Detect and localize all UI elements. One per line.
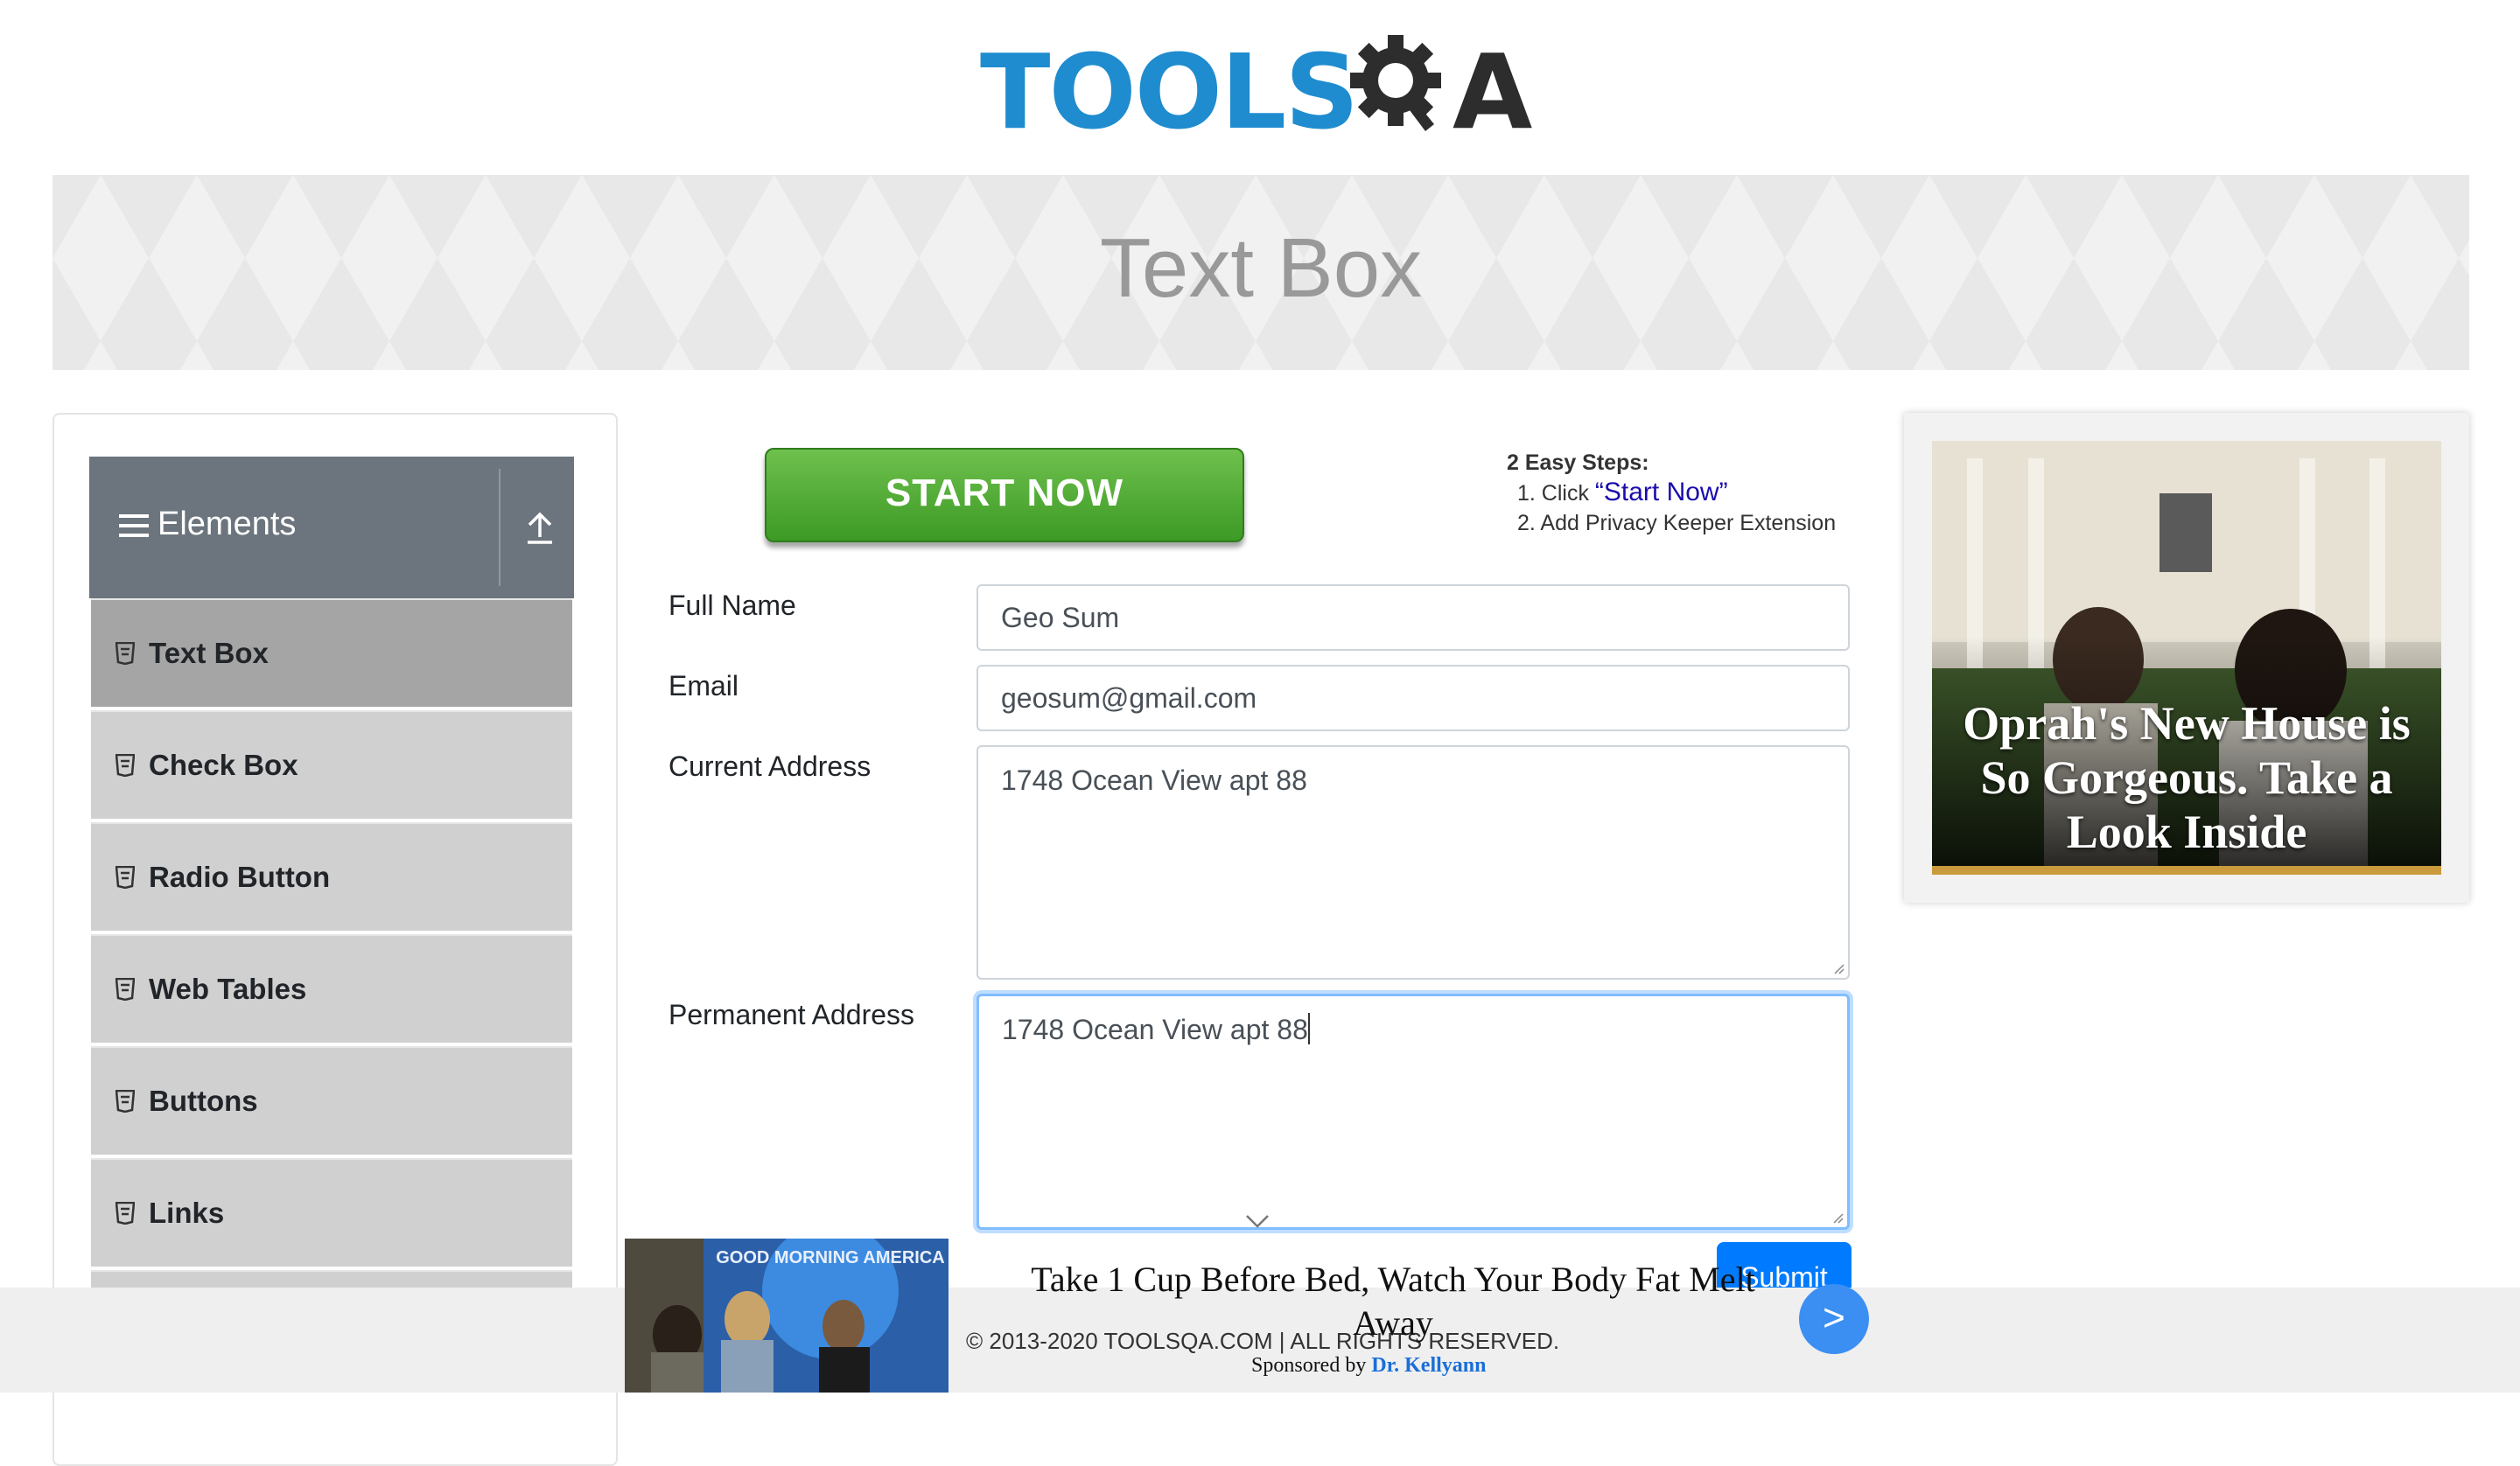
logo-text-a: A <box>1452 31 1532 152</box>
page-title: Text Box <box>1099 221 1423 315</box>
text-caret <box>1307 1013 1310 1044</box>
email-label: Email <box>668 670 739 702</box>
right-ad-image[interactable]: Oprah's New House is So Gorgeous. Take a… <box>1932 441 2441 875</box>
step-1-text: 1. Click <box>1517 481 1595 506</box>
collapse-up-icon[interactable] <box>523 509 556 546</box>
bottom-ad-photo: GOOD MORNING AMERICA <box>625 1239 948 1393</box>
bottom-ad-sponsor: Sponsored by Dr. Kellyann <box>1251 1354 1486 1378</box>
chevron-down-icon[interactable] <box>1244 1212 1270 1230</box>
sidebar-group-header-elements[interactable]: Elements <box>89 457 574 598</box>
sidebar-item-label: Check Box <box>149 749 298 781</box>
step-2-text: 2. Add Privacy Keeper Extension <box>1517 511 1837 535</box>
full-name-label: Full Name <box>668 590 796 621</box>
permanent-address-textarea[interactable]: 1748 Ocean View apt 88 <box>976 994 1850 1230</box>
next-arrow-button[interactable]: > <box>1799 1284 1869 1354</box>
html5-icon <box>116 978 135 1001</box>
header-divider <box>499 469 500 586</box>
sidebar-item-links[interactable]: Links <box>91 1158 572 1267</box>
bottom-ad-logo-text: GOOD MORNING AMERICA <box>716 1248 944 1267</box>
sidebar-item-label: Buttons <box>149 1085 258 1117</box>
bottom-ad-headline[interactable]: Take 1 Cup Before Bed, Watch Your Body F… <box>1008 1258 1778 1345</box>
current-address-label: Current Address <box>668 750 872 782</box>
resize-grip-icon[interactable] <box>1830 960 1844 974</box>
sidebar-item-buttons[interactable]: Buttons <box>91 1046 572 1155</box>
sidebar-item-text-box[interactable]: Text Box <box>91 598 572 707</box>
steps-title: 2 Easy Steps: <box>1507 450 1649 475</box>
right-ad-headline: Oprah's New House is So Gorgeous. Take a… <box>1963 697 2411 858</box>
sidebar-item-web-tables[interactable]: Web Tables <box>91 934 572 1043</box>
permanent-address-value: 1748 Ocean View apt 88 <box>1002 1014 1308 1045</box>
sidebar-item-label: Links <box>149 1197 225 1229</box>
html5-icon <box>116 866 135 889</box>
gear-icon <box>1350 35 1441 131</box>
html5-icon <box>116 754 135 777</box>
promo-steps: 2 Easy Steps: 1. Click “Start Now” 2. Ad… <box>1507 448 1874 538</box>
full-name-value: Geo Sum <box>1001 602 1120 633</box>
html5-icon <box>116 1090 135 1113</box>
toolsqa-logo[interactable]: TOOLS A <box>980 24 1549 164</box>
html5-icon <box>116 642 135 665</box>
toolsqa-logo-graphic: TOOLS A <box>980 31 1534 152</box>
sponsor-link[interactable]: Dr. Kellyann <box>1371 1354 1486 1377</box>
ad-accent-bar <box>1932 866 2441 875</box>
current-address-value: 1748 Ocean View apt 88 <box>1001 764 1307 796</box>
current-address-textarea[interactable]: 1748 Ocean View apt 88 <box>976 745 1850 980</box>
email-input[interactable]: geosum@gmail.com <box>976 665 1850 731</box>
hamburger-icon <box>119 514 149 541</box>
sidebar-item-label: Text Box <box>149 637 269 669</box>
sidebar-item-label: Radio Button <box>149 861 331 893</box>
sidebar-item-radio-button[interactable]: Radio Button <box>91 822 572 931</box>
sponsor-prefix: Sponsored by <box>1251 1354 1372 1377</box>
start-now-button[interactable]: START NOW <box>765 448 1244 542</box>
permanent-address-label: Permanent Address <box>668 999 915 1030</box>
resize-grip-icon[interactable] <box>1830 1210 1844 1224</box>
bottom-ad-image[interactable]: GOOD MORNING AMERICA <box>625 1239 948 1393</box>
email-value: geosum@gmail.com <box>1001 682 1257 714</box>
logo-text-tools: TOOLS <box>980 31 1357 152</box>
sidebar-item-label: Web Tables <box>149 973 307 1005</box>
sidebar-group-title: Elements <box>158 506 297 542</box>
html5-icon <box>116 1202 135 1225</box>
full-name-input[interactable]: Geo Sum <box>976 584 1850 651</box>
sidebar-item-check-box[interactable]: Check Box <box>91 710 572 819</box>
start-now-link[interactable]: “Start Now” <box>1595 478 1728 506</box>
page-banner: Text Box <box>52 175 2469 370</box>
